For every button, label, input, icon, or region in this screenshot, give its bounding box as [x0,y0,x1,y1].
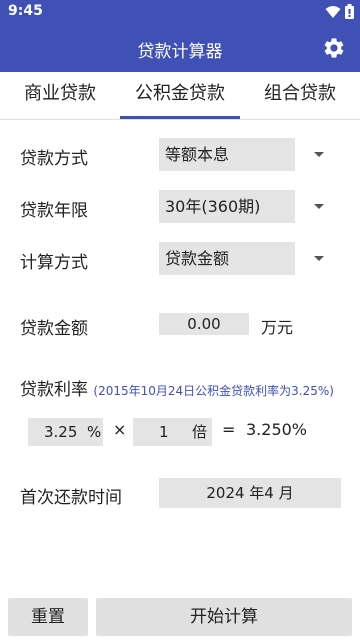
equals-sign: = [222,420,236,439]
tab-provident-fund-loan[interactable]: 公积金贷款 [120,72,240,120]
repayment-method-label: 贷款方式 [20,149,88,169]
rate-multiplier-field[interactable]: 1 倍 [133,418,212,446]
first-payment-date-picker[interactable]: 2024 年4 月 [159,478,341,508]
battery-icon [345,4,354,19]
tab-combined-loan[interactable]: 组合贷款 [240,72,360,120]
rate-multiplier-input[interactable]: 1 [159,418,169,446]
times-sign: × [113,420,127,439]
calc-method-label: 计算方式 [20,253,88,273]
interest-rate-label: 贷款利率 (2015年10月24日公积金贷款利率为3.25%) [20,375,334,400]
loan-term-select[interactable]: 30年(360期) [159,190,295,223]
repayment-method-dropdown-icon[interactable] [314,152,324,157]
loan-amount-label: 贷款金额 [20,319,88,339]
status-icons [325,4,354,19]
loan-term-dropdown-icon[interactable] [314,204,324,209]
status-bar: 9:45 [0,0,360,24]
app-bar: 贷款计算器 [0,24,360,72]
calc-method-select[interactable]: 贷款金额 [159,242,295,275]
interest-rate-title: 贷款利率 [20,380,88,400]
base-rate-field[interactable]: 3.25 % [28,418,103,446]
status-time: 9:45 [8,3,43,19]
base-rate-input[interactable]: 3.25 [44,418,77,446]
app-title: 贷款计算器 [137,42,223,62]
loan-amount-unit: 万元 [261,318,294,337]
start-calculation-button[interactable]: 开始计算 [96,598,352,636]
reset-button[interactable]: 重置 [8,598,88,636]
final-rate-value: 3.250% [246,420,308,439]
base-rate-unit: % [87,423,102,441]
repayment-method-select[interactable]: 等额本息 [159,138,295,171]
loan-amount-input[interactable]: 0.00 [159,313,249,335]
rate-multiplier-unit: 倍 [192,423,208,441]
loan-type-tabs: 商业贷款 公积金贷款 组合贷款 [0,72,360,120]
calc-method-dropdown-icon[interactable] [314,256,324,261]
tab-commercial-loan[interactable]: 商业贷款 [0,72,120,120]
tab-divider [0,119,360,120]
gear-icon[interactable] [322,36,346,60]
interest-rate-hint: (2015年10月24日公积金贷款利率为3.25%) [93,384,334,398]
wifi-icon [325,5,341,18]
first-payment-label: 首次还款时间 [20,488,122,508]
loan-term-label: 贷款年限 [20,201,88,221]
